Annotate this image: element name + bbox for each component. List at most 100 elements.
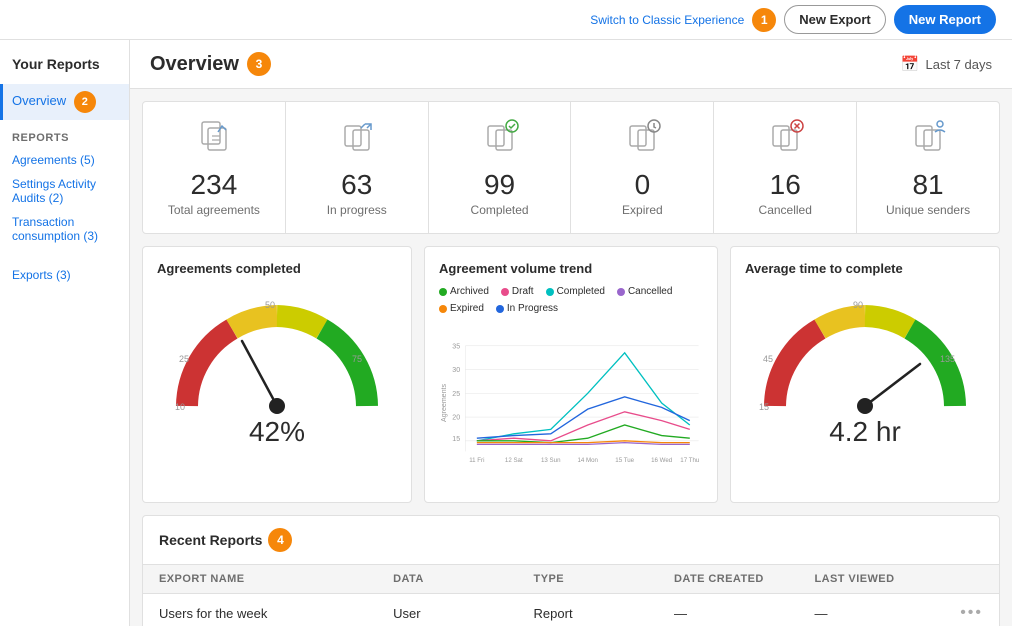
legend-cancelled: Cancelled (617, 286, 672, 297)
row-last-viewed: — (814, 606, 954, 621)
unique-senders-label: Unique senders (869, 203, 987, 217)
expired-label: Expired (583, 203, 701, 217)
gauge-completed: 10 25 50 75 42% (157, 286, 397, 456)
in-progress-number: 63 (298, 169, 416, 201)
chart-volume-trend: Agreement volume trend Archived Draft Co… (424, 246, 718, 503)
stat-unique-senders[interactable]: 81 Unique senders (857, 102, 999, 233)
row-type: Report (534, 606, 674, 621)
col-header-data: DATA (393, 573, 533, 585)
new-export-button[interactable]: New Export (784, 5, 886, 34)
svg-text:25: 25 (179, 354, 189, 364)
stat-completed[interactable]: 99 Completed (429, 102, 572, 233)
col-header-actions (955, 573, 983, 585)
svg-text:15: 15 (759, 402, 769, 412)
stat-total-agreements[interactable]: 234 Total agreements (143, 102, 286, 233)
date-filter[interactable]: 📅 Last 7 days (901, 55, 992, 73)
stat-in-progress[interactable]: 63 In progress (286, 102, 429, 233)
svg-text:35: 35 (452, 343, 460, 350)
svg-text:90: 90 (853, 300, 863, 310)
table-header: EXPORT NAME DATA TYPE DATE CREATED LAST … (143, 565, 999, 594)
sidebar-item-transaction[interactable]: Transaction consumption (3) (0, 210, 129, 248)
gauge-avg-time-value: 4.2 hr (829, 416, 901, 448)
chart-agreements-completed: Agreements completed (142, 246, 412, 503)
total-agreements-icon (155, 118, 273, 165)
svg-text:25: 25 (452, 391, 460, 398)
chart-legend: Archived Draft Completed Cancelled Expir… (439, 286, 703, 314)
cancelled-label: Cancelled (726, 203, 844, 217)
three-dots-icon[interactable]: ••• (960, 604, 983, 621)
legend-archived: Archived (439, 286, 489, 297)
legend-completed: Completed (546, 286, 605, 297)
in-progress-label: In progress (298, 203, 416, 217)
legend-expired: Expired (439, 303, 484, 314)
sidebar-item-settings[interactable]: Settings Activity Audits (2) (0, 172, 129, 210)
page-title: Overview (150, 53, 239, 76)
badge-1: 1 (752, 8, 776, 32)
recent-reports-header: Recent Reports 4 (143, 516, 999, 565)
expired-number: 0 (583, 169, 701, 201)
expired-icon (583, 118, 701, 165)
completed-icon (441, 118, 559, 165)
row-date-created: — (674, 606, 814, 621)
total-agreements-label: Total agreements (155, 203, 273, 217)
col-header-viewed: LAST VIEWED (814, 573, 954, 585)
completed-label: Completed (441, 203, 559, 217)
chart-avg-time-title: Average time to complete (745, 261, 985, 276)
sidebar-item-exports[interactable]: Exports (3) (0, 258, 129, 286)
col-header-export: EXPORT NAME (159, 573, 393, 585)
svg-text:12 Sat: 12 Sat (505, 457, 523, 464)
total-agreements-number: 234 (155, 169, 273, 201)
top-bar: Switch to Classic Experience 1 New Expor… (0, 0, 1012, 40)
sidebar: Your Reports Overview 2 REPORTS Agreemen… (0, 40, 130, 626)
chart-avg-time: Average time to complete 15 (730, 246, 1000, 503)
recent-reports-title: Recent Reports (159, 532, 262, 548)
row-data: User (393, 606, 533, 621)
gauge-avg-time: 15 45 90 135 4.2 hr (745, 286, 985, 456)
svg-text:10: 10 (175, 402, 185, 412)
content-header: Overview 3 📅 Last 7 days (130, 40, 1012, 89)
svg-text:13 Sun: 13 Sun (541, 457, 561, 464)
sidebar-header: Your Reports (0, 52, 129, 84)
svg-text:14 Mon: 14 Mon (577, 457, 598, 464)
in-progress-icon (298, 118, 416, 165)
col-header-date: DATE CREATED (674, 573, 814, 585)
completed-number: 99 (441, 169, 559, 201)
svg-text:75: 75 (352, 354, 362, 364)
sidebar-badge-2: 2 (74, 91, 96, 113)
line-chart: 35 30 25 20 15 11 Fri 12 Sat 13 Sun 14 M… (439, 318, 703, 488)
svg-text:15: 15 (452, 436, 460, 443)
cancelled-icon (726, 118, 844, 165)
legend-draft: Draft (501, 286, 534, 297)
switch-classic-link[interactable]: Switch to Classic Experience (590, 13, 744, 27)
recent-reports-section: Recent Reports 4 EXPORT NAME DATA TYPE D… (142, 515, 1000, 626)
content-area: Overview 3 📅 Last 7 days 234 Total agree… (130, 40, 1012, 626)
sidebar-item-overview[interactable]: Overview 2 (0, 84, 129, 120)
charts-row: Agreements completed (142, 246, 1000, 503)
badge-3: 3 (247, 52, 271, 76)
row-export-name: Users for the week (159, 606, 393, 621)
stat-expired[interactable]: 0 Expired (571, 102, 714, 233)
row-actions[interactable]: ••• (955, 604, 983, 622)
new-report-button[interactable]: New Report (894, 5, 996, 34)
unique-senders-number: 81 (869, 169, 987, 201)
gauge-completed-percent: 42% (249, 416, 305, 448)
stat-cancelled[interactable]: 16 Cancelled (714, 102, 857, 233)
sidebar-section-reports: REPORTS (0, 120, 129, 148)
svg-text:50: 50 (265, 300, 275, 310)
stats-row: 234 Total agreements 63 In progress 99 C… (142, 101, 1000, 234)
table-row: Users for the week User Report — — ••• (143, 594, 999, 626)
svg-text:45: 45 (763, 354, 773, 364)
svg-text:16 Wed: 16 Wed (651, 457, 673, 464)
svg-text:30: 30 (452, 367, 460, 374)
calendar-icon: 📅 (901, 55, 920, 73)
chart-agreements-completed-title: Agreements completed (157, 261, 397, 276)
badge-4: 4 (268, 528, 292, 552)
svg-text:17 Thu: 17 Thu (680, 457, 700, 464)
unique-senders-icon (869, 118, 987, 165)
col-header-type: TYPE (534, 573, 674, 585)
svg-text:135: 135 (940, 354, 955, 364)
svg-text:15 Tue: 15 Tue (615, 457, 634, 464)
sidebar-item-agreements[interactable]: Agreements (5) (0, 148, 129, 172)
legend-inprogress: In Progress (496, 303, 558, 314)
cancelled-number: 16 (726, 169, 844, 201)
